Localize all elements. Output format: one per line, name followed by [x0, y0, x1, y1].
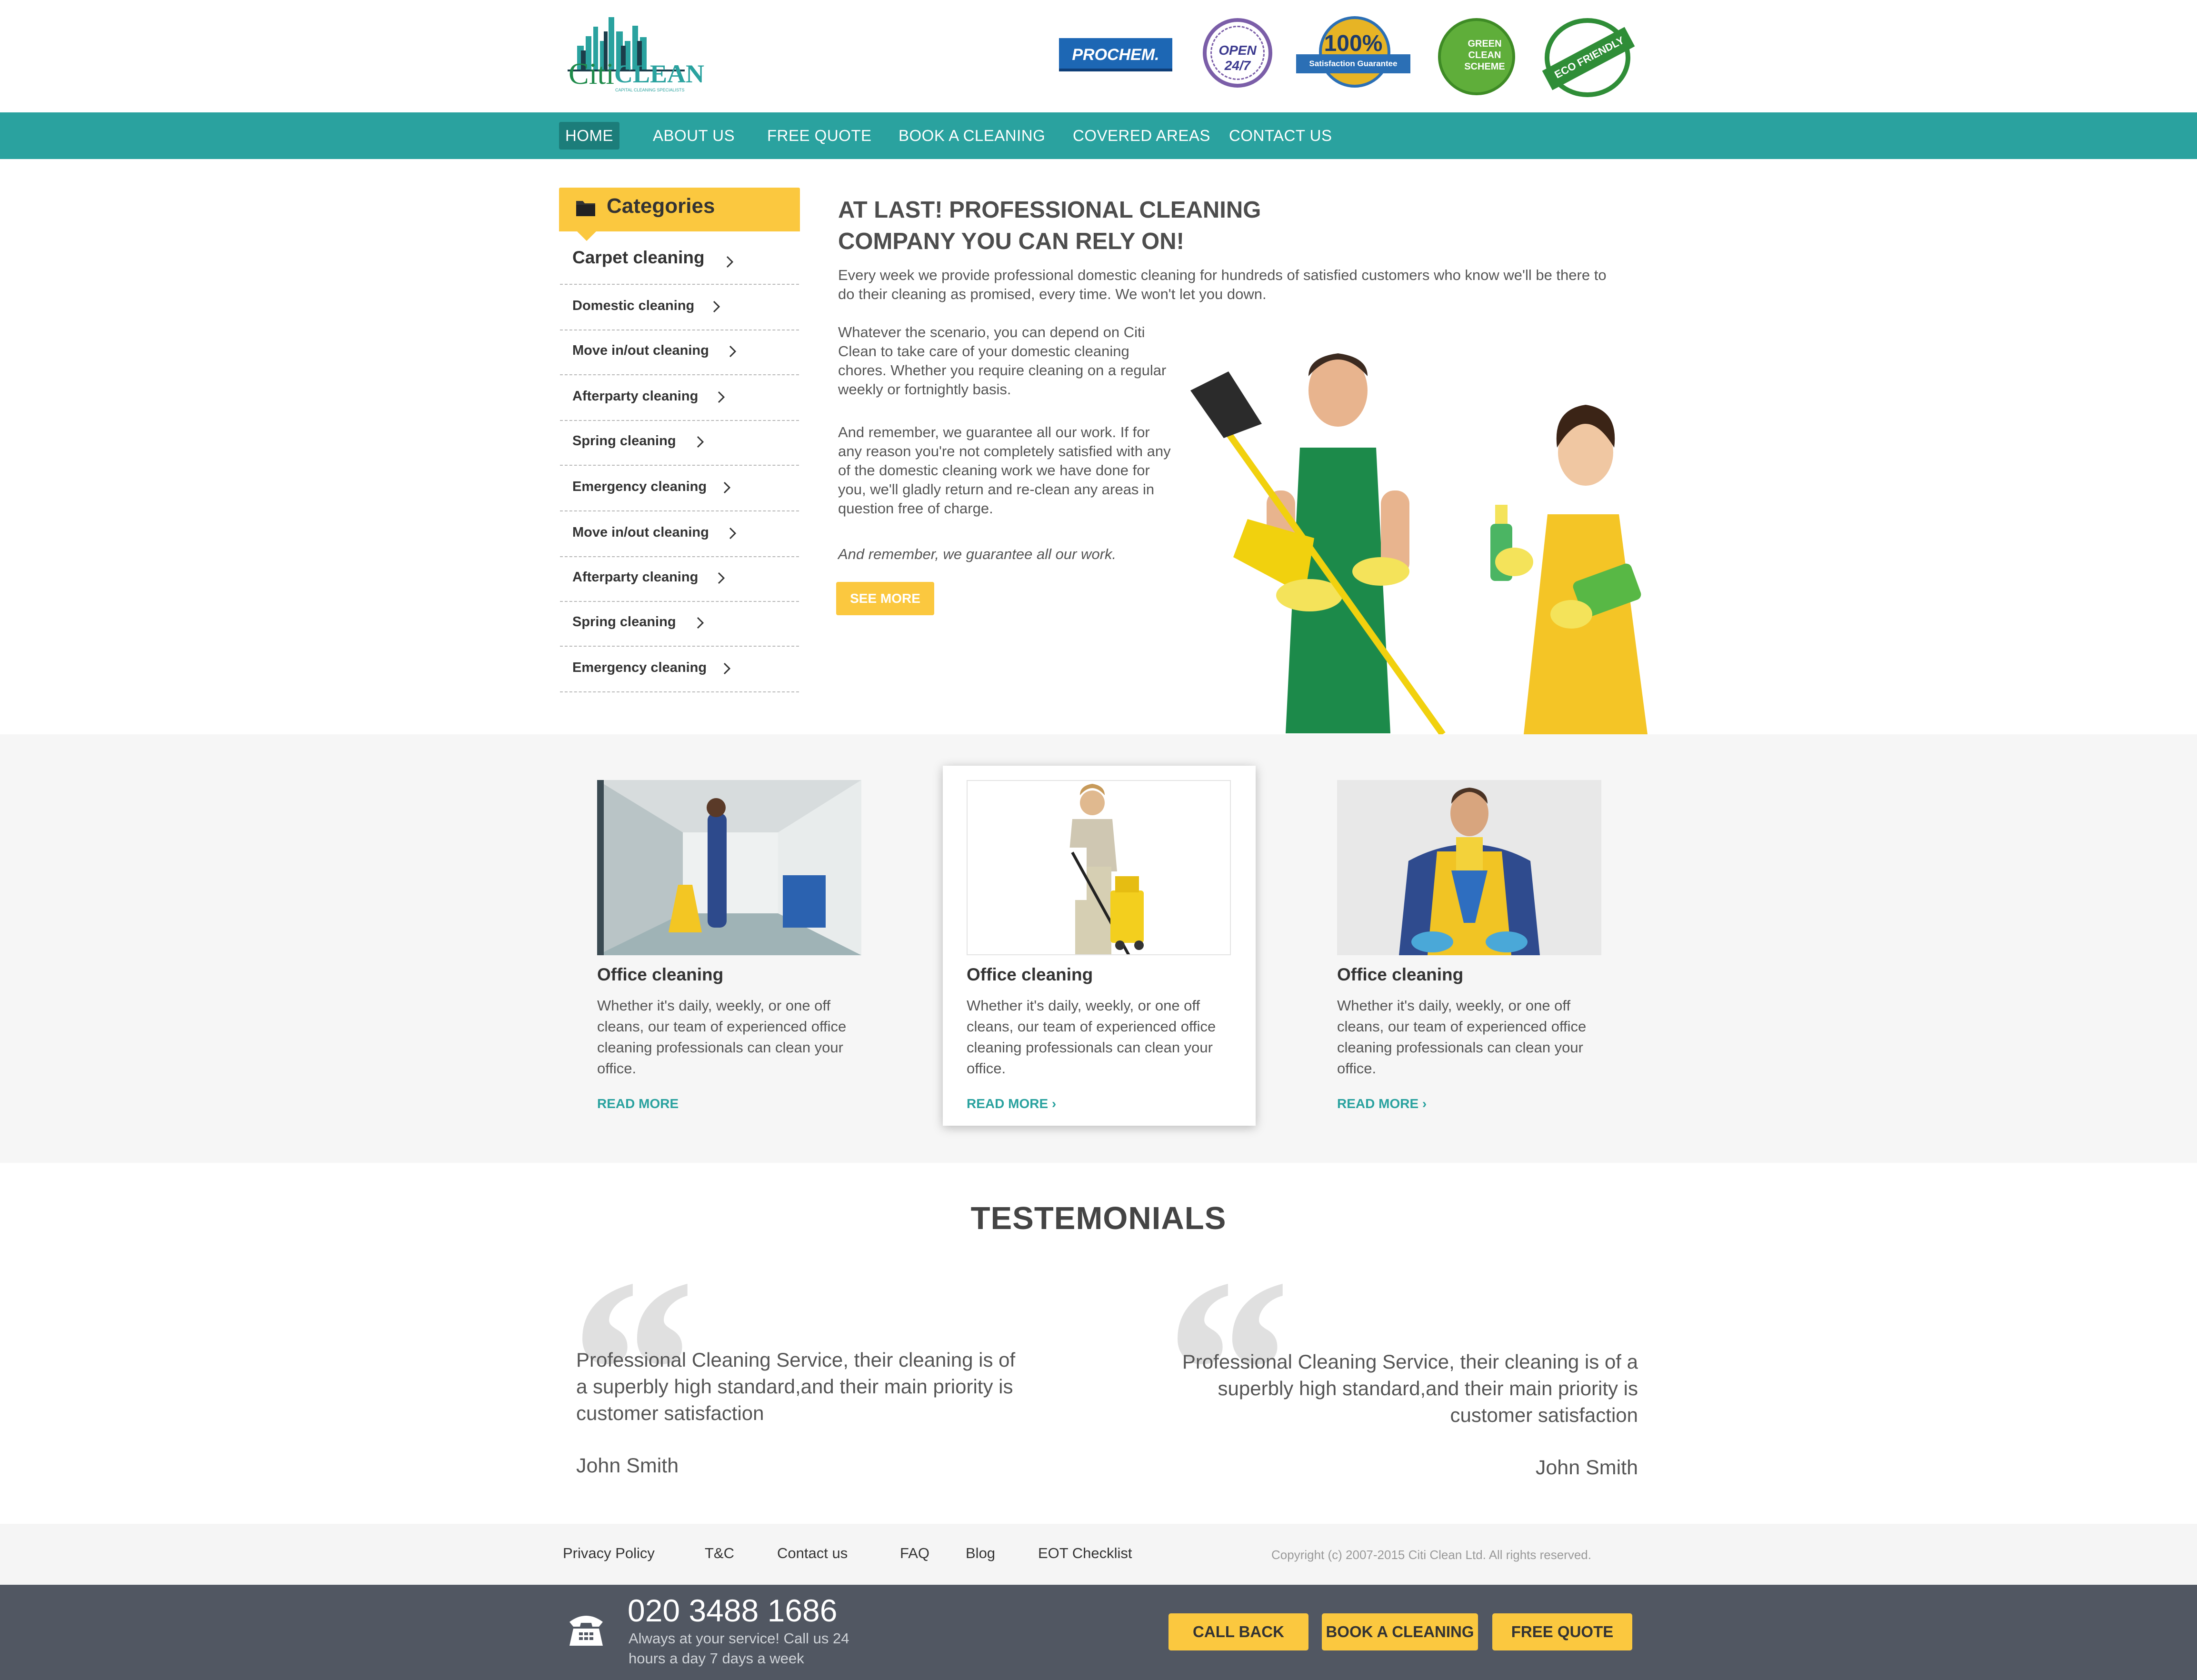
chevron-right-icon [717, 390, 726, 406]
green-clean-scheme-badge: GREEN CLEAN SCHEME [1438, 18, 1515, 95]
categories-title: Categories [607, 194, 715, 218]
footer-link-contact-us[interactable]: Contact us [777, 1545, 848, 1562]
book-a-cleaning-button[interactable]: BOOK A CLEANING [1322, 1613, 1478, 1650]
footer-link-eot-checklist[interactable]: EOT Checklist [1038, 1545, 1132, 1562]
service-title-1: Office cleaning [597, 965, 724, 984]
categories-header: Categories [559, 188, 800, 241]
testimonial-1: “ Professional Cleaning Service, their c… [557, 1238, 1024, 1505]
green-clean-text: GREEN CLEAN SCHEME [1464, 39, 1505, 72]
free-quote-button[interactable]: FREE QUOTE [1492, 1613, 1632, 1650]
hero-cleaners-image [1186, 348, 1652, 734]
eco-friendly-text: ECO FRIENDLY [1552, 34, 1627, 81]
category-item[interactable]: Afterparty cleaning [560, 376, 799, 421]
category-label: Carpet cleaning [572, 248, 705, 267]
nav-about-us[interactable]: ABOUT US [647, 122, 741, 150]
chevron-right-icon [696, 435, 705, 451]
footer-contact-bar: 020 3488 1686 Always at your service! Ca… [0, 1585, 2197, 1680]
category-item[interactable]: Emergency cleaning [560, 648, 799, 692]
intro-paragraph-2: Whatever the scenario, you can depend on… [838, 324, 1167, 398]
category-label: Afterparty cleaning [572, 389, 699, 404]
intro-title-line-1: AT LAST! PROFESSIONAL CLEANING [838, 197, 1261, 223]
category-item[interactable]: Move in/out cleaning [560, 512, 799, 557]
call-back-button[interactable]: CALL BACK [1168, 1613, 1308, 1650]
category-label: Spring cleaning [572, 433, 676, 449]
service-title-3: Office cleaning [1337, 965, 1464, 984]
category-label: Move in/out cleaning [572, 343, 709, 358]
phone-subtitle: Always at your service! Call us 24 hours… [629, 1630, 849, 1667]
service-text-2: Whether it's daily, weekly, or one off c… [967, 997, 1216, 1077]
chevron-right-icon [729, 345, 737, 360]
category-label: Afterparty cleaning [572, 570, 699, 585]
testimonials-title: TESTEMONIALS [970, 1200, 1227, 1236]
office-cleaning-image-3 [1337, 780, 1601, 955]
category-item[interactable]: Move in/out cleaning [560, 330, 799, 375]
chevron-right-icon [729, 527, 737, 542]
office-cleaning-image-1 [597, 780, 861, 955]
intro-paragraph-3: And remember, we guarantee all our work.… [838, 424, 1171, 517]
office-cleaning-image-2 [967, 780, 1231, 955]
chevron-right-icon [717, 571, 726, 587]
chevron-right-icon [723, 662, 731, 678]
category-item[interactable]: Spring cleaning [560, 602, 799, 647]
service-read-more-3[interactable]: READ MORE › [1337, 1096, 1427, 1111]
category-label: Domestic cleaning [572, 298, 695, 313]
nav-covered-areas[interactable]: COVERED AREAS [1067, 122, 1217, 150]
category-item[interactable]: Afterparty cleaning [560, 557, 799, 602]
chevron-right-icon [726, 255, 734, 271]
nav-free-quote[interactable]: FREE QUOTE [761, 122, 878, 150]
footer-links-bar: Privacy Policy T&C Contact us FAQ Blog E… [0, 1524, 2197, 1585]
service-read-more-2[interactable]: READ MORE › [967, 1096, 1056, 1111]
service-text-3: Whether it's daily, weekly, or one off c… [1337, 997, 1587, 1077]
service-title-2: Office cleaning [967, 965, 1093, 984]
logo-text-clean: CLEAN [614, 60, 705, 88]
copyright-text: Copyright (c) 2007-2015 Citi Clean Ltd. … [1271, 1548, 1591, 1562]
eco-friendly-badge: ECO FRIENDLY [1542, 18, 1635, 97]
nav-contact-us[interactable]: CONTACT US [1223, 122, 1338, 150]
category-item[interactable]: Spring cleaning [560, 421, 799, 466]
intro-title: AT LAST! PROFESSIONAL CLEANING COMPANY Y… [838, 194, 1295, 257]
category-label: Emergency cleaning [572, 479, 707, 494]
chevron-right-icon [712, 300, 721, 316]
testimonial-quote-2: Professional Cleaning Service, their cle… [1182, 1350, 1638, 1426]
category-label: Move in/out cleaning [572, 525, 709, 540]
category-item[interactable]: Emergency cleaning [560, 467, 799, 511]
folder-icon [575, 198, 596, 220]
service-text-1: Whether it's daily, weekly, or one off c… [597, 997, 847, 1077]
telephone-icon [567, 1611, 606, 1650]
chevron-right-icon [696, 616, 705, 632]
intro-paragraph-4: And remember, we guarantee all our work. [838, 546, 1117, 562]
see-more-button[interactable]: SEE MORE [836, 582, 934, 615]
intro-title-line-2: COMPANY YOU CAN RELY ON! [838, 229, 1184, 254]
category-item[interactable]: Carpet cleaning [560, 239, 799, 285]
phone-number[interactable]: 020 3488 1686 [628, 1592, 837, 1629]
footer-link-faq[interactable]: FAQ [900, 1545, 929, 1562]
nav-home[interactable]: HOME [559, 122, 619, 150]
category-item[interactable]: Domestic cleaning [560, 286, 799, 330]
open-24-7-badge: OPEN 24/7 [1203, 18, 1272, 88]
prochem-badge: PROCHEM. [1059, 38, 1172, 71]
category-label: Emergency cleaning [572, 660, 707, 675]
testimonial-2: “ Professional Cleaning Service, their c… [1152, 1238, 1638, 1505]
footer-link-blog[interactable]: Blog [966, 1545, 995, 1562]
logo-text-citi: Citi [569, 57, 615, 90]
footer-link-privacy-policy[interactable]: Privacy Policy [563, 1545, 655, 1562]
service-read-more-1[interactable]: READ MORE [597, 1096, 679, 1111]
satisfaction-guarantee-badge: 100% Satisfaction Guarantee [1296, 16, 1410, 91]
category-label: Spring cleaning [572, 614, 676, 630]
guarantee-percent: 100% [1324, 31, 1383, 56]
site-header: Citi CLEAN CAPITAL CLEANING SPECIALISTS … [0, 0, 2197, 112]
main-nav: HOME ABOUT US FREE QUOTE BOOK A CLEANING… [0, 112, 2197, 159]
citi-clean-logo[interactable]: Citi CLEAN CAPITAL CLEANING SPECIALISTS [568, 12, 704, 96]
testimonial-author-1: John Smith [576, 1454, 679, 1477]
logo-tagline: CAPITAL CLEANING SPECIALISTS [615, 88, 685, 92]
prochem-badge-text: PROCHEM. [1072, 46, 1159, 64]
chevron-right-icon [723, 481, 731, 497]
intro-paragraph-1: Every week we provide professional domes… [838, 267, 1607, 302]
footer-link-tc[interactable]: T&C [705, 1545, 734, 1562]
nav-book-a-cleaning[interactable]: BOOK A CLEANING [892, 122, 1051, 150]
guarantee-sub: Satisfaction Guarantee [1309, 59, 1398, 68]
testimonial-quote-1: Professional Cleaning Service, their cle… [576, 1349, 1016, 1424]
testimonial-author-2: John Smith [1535, 1456, 1638, 1479]
open-24-7-text: OPEN 24/7 [1218, 43, 1257, 73]
